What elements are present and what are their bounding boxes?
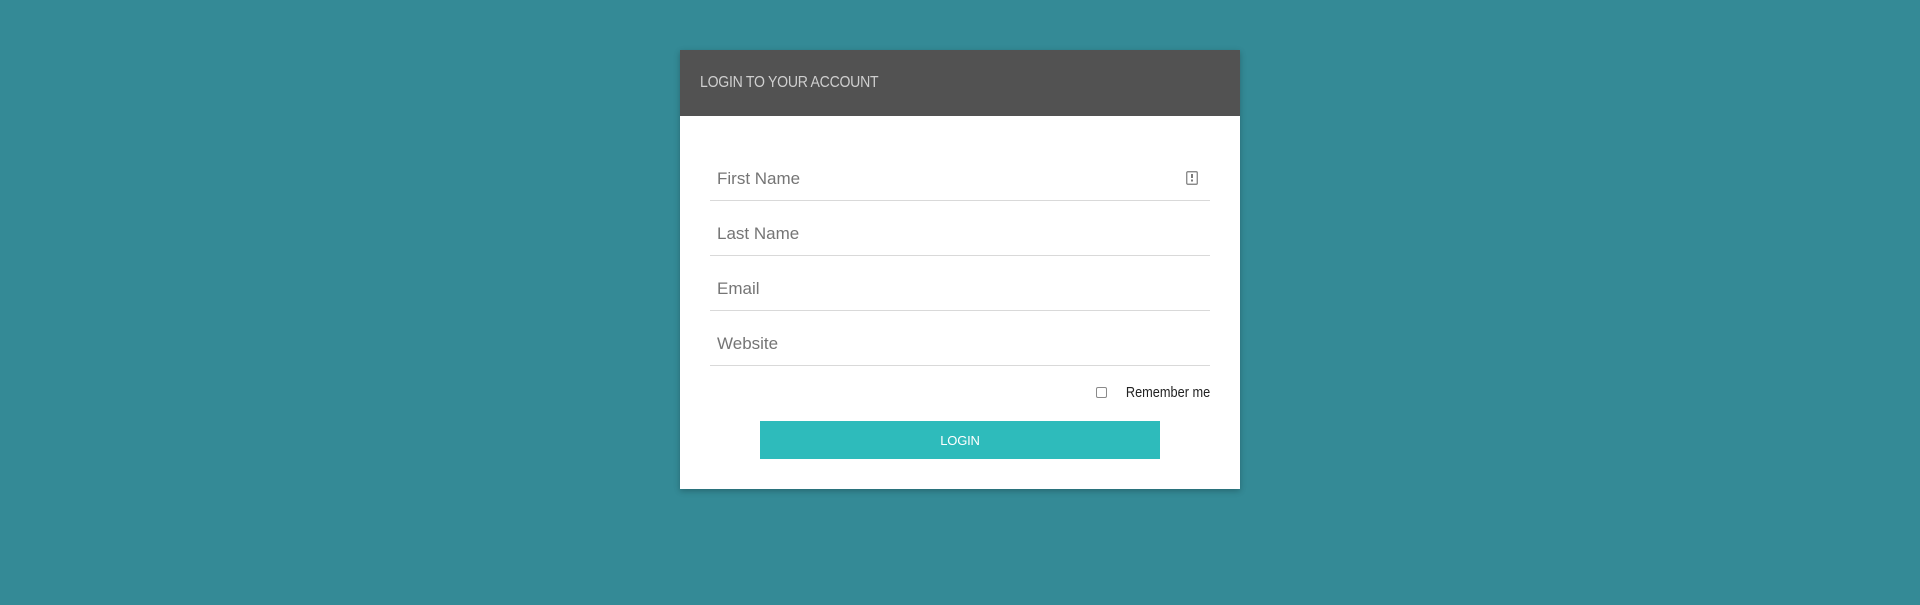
last-name-field-wrapper [710, 201, 1210, 256]
login-form [710, 146, 1210, 366]
remember-me-checkbox[interactable] [1095, 387, 1107, 398]
last-name-input[interactable] [710, 201, 1210, 255]
login-card: LOGIN TO YOUR ACCOUNT Remember me LOGIN [680, 50, 1240, 489]
remember-me-label[interactable]: Remember me [1126, 384, 1210, 401]
email-input[interactable] [710, 256, 1210, 310]
card-header: LOGIN TO YOUR ACCOUNT [680, 50, 1240, 116]
contact-card-icon[interactable] [1186, 171, 1198, 185]
website-input[interactable] [710, 311, 1210, 365]
first-name-field-wrapper [710, 146, 1210, 201]
remember-me-row: Remember me [710, 384, 1210, 401]
website-field-wrapper [710, 311, 1210, 366]
first-name-input[interactable] [710, 146, 1210, 200]
login-button[interactable]: LOGIN [760, 421, 1160, 459]
email-field-wrapper [710, 256, 1210, 311]
card-title: LOGIN TO YOUR ACCOUNT [700, 74, 879, 91]
